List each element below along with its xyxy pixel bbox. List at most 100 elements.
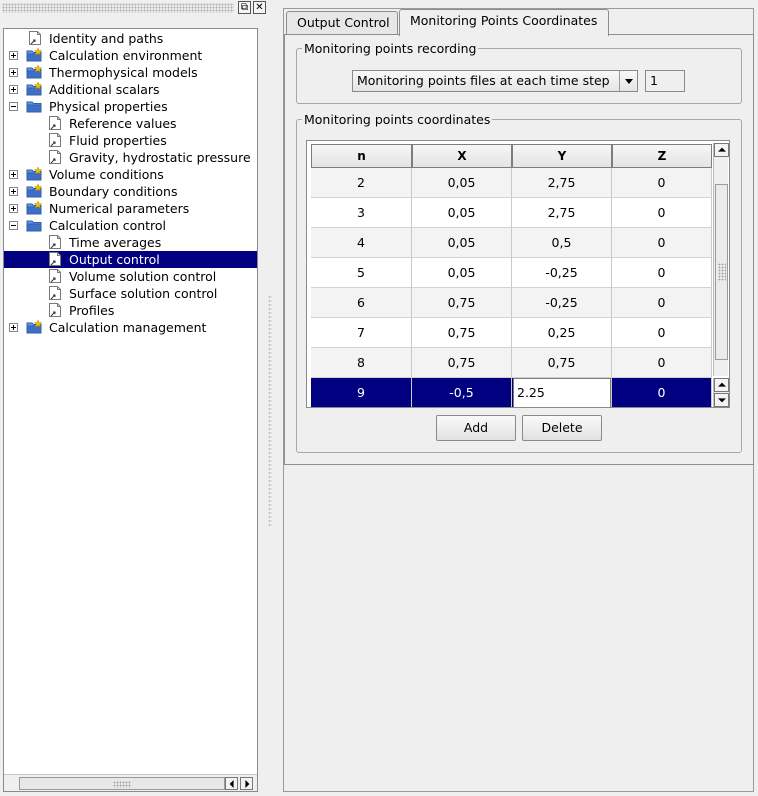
expand-plus-icon[interactable] [9,68,18,77]
table-cell[interactable]: -0,25 [512,258,612,288]
table-cell[interactable]: 0 [612,288,712,318]
tree-item-volume-conditions[interactable]: Volume conditions [4,166,257,183]
table-cell[interactable]: 0 [612,168,712,198]
tree-item-physical-properties[interactable]: Physical properties [4,98,257,115]
tree-item-label: Profiles [69,303,115,318]
spin-down-arrow-icon[interactable] [714,393,729,407]
table-cell[interactable]: 0 [612,198,712,228]
expand-plus-icon[interactable] [9,323,18,332]
folder-star-icon [26,183,43,198]
tree-item-boundary-conditions[interactable]: Boundary conditions [4,183,257,200]
table-cell[interactable]: 0,05 [412,168,512,198]
table-cell[interactable]: 0,05 [412,228,512,258]
tree-item-numerical-parameters[interactable]: Numerical parameters [4,200,257,217]
recording-frequency-input[interactable]: 1 [645,70,685,92]
tree-horizontal-scrollbar[interactable] [4,774,257,791]
dock-float-icon[interactable]: ⧉ [238,1,251,14]
expand-plus-icon[interactable] [9,204,18,213]
tree-item-calculation-management[interactable]: Calculation management [4,319,257,336]
column-header-x[interactable]: X [412,144,512,168]
expand-plus-icon[interactable] [9,170,18,179]
table-cell-selected[interactable]: 9 [311,378,412,407]
coordinates-table[interactable]: n X Y Z 2 0,05 2,75 0 3 0,05 2,75 0 4 0,05 0,5 0 5 0,05 -0… [306,140,730,408]
table-cell[interactable]: 3 [311,198,412,228]
table-cell[interactable]: 2,75 [512,168,612,198]
tree-item-reference-values[interactable]: Reference values [4,115,257,132]
tree-item-fluid-properties[interactable]: Fluid properties [4,132,257,149]
tab-monitoring-points-coordinates[interactable]: Monitoring Points Coordinates [399,9,609,36]
table-cell[interactable]: 0,75 [412,288,512,318]
collapse-minus-icon[interactable] [9,102,18,111]
tree-item-label: Thermophysical models [49,65,198,80]
row-spinner[interactable] [713,378,729,407]
delete-button[interactable]: Delete [522,415,602,441]
table-cell[interactable]: 2,75 [512,198,612,228]
collapse-minus-icon[interactable] [9,221,18,230]
spin-up-arrow-icon[interactable] [714,378,729,392]
tree-item-profiles[interactable]: Profiles [4,302,257,319]
column-header-y[interactable]: Y [512,144,612,168]
tree-item-label: Volume conditions [49,167,164,182]
scroll-left-arrow-icon[interactable] [225,777,238,790]
table-cell[interactable]: 8 [311,348,412,378]
tree-item-gravity-hydrostatic-pressure[interactable]: Gravity, hydrostatic pressure [4,149,257,166]
table-cell[interactable]: 0,5 [512,228,612,258]
table-cell[interactable]: 0,75 [512,348,612,378]
tree-item-identity-and-paths[interactable]: Identity and paths [4,30,257,47]
table-cell[interactable]: 0 [612,348,712,378]
tree-item-thermophysical-models[interactable]: Thermophysical models [4,64,257,81]
table-cell-selected[interactable]: -0,5 [412,378,512,407]
column-header-z[interactable]: Z [612,144,712,168]
tree-item-volume-solution-control[interactable]: Volume solution control [4,268,257,285]
tree-item-label: Physical properties [49,99,168,114]
scrollbar-track[interactable] [19,777,225,790]
dock-close-icon[interactable]: ✕ [253,1,266,14]
folder-star-icon [26,81,43,96]
table-cell[interactable]: 4 [311,228,412,258]
tab-output-control[interactable]: Output Control [286,11,398,35]
expand-plus-icon[interactable] [9,187,18,196]
tree-item-calculation-control[interactable]: Calculation control [4,217,257,234]
expand-plus-icon[interactable] [9,51,18,60]
table-cell[interactable]: -0,25 [512,288,612,318]
page-icon [47,285,63,301]
scrollbar-thumb[interactable] [715,184,728,360]
panel-splitter-handle[interactable] [268,295,272,527]
chevron-down-icon[interactable] [619,71,637,91]
page-icon [47,268,63,284]
table-cell[interactable]: 7 [311,318,412,348]
scrollbar-grip-icon [718,263,726,281]
table-cell[interactable]: 2 [311,168,412,198]
tree-item-calculation-environment[interactable]: Calculation environment [4,47,257,64]
tree-item-time-averages[interactable]: Time averages [4,234,257,251]
page-icon [47,234,63,250]
tree-item-surface-solution-control[interactable]: Surface solution control [4,285,257,302]
table-vertical-scrollbar[interactable] [713,143,729,376]
table-cell-selected[interactable]: 0 [612,378,712,407]
recording-mode-value: Monitoring points files at each time ste… [357,73,610,88]
scroll-up-arrow-icon[interactable] [714,143,729,157]
column-header-n[interactable]: n [311,144,412,168]
tree-item-additional-scalars[interactable]: Additional scalars [4,81,257,98]
scroll-right-arrow-icon[interactable] [240,777,253,790]
table-cell[interactable]: 0,75 [412,348,512,378]
table-cell[interactable]: 0,25 [512,318,612,348]
table-cell[interactable]: 0 [612,318,712,348]
table-cell[interactable]: 0,75 [412,318,512,348]
tree-item-label: Additional scalars [49,82,160,97]
expand-plus-icon[interactable] [9,85,18,94]
navigation-tree[interactable]: Identity and paths Calculation environmen… [3,28,258,792]
tree-item-label: Surface solution control [69,286,218,301]
table-cell[interactable]: 0,05 [412,198,512,228]
table-cell[interactable]: 0 [612,228,712,258]
table-cell[interactable]: 0,05 [412,258,512,288]
table-cell[interactable]: 5 [311,258,412,288]
cell-editor-input[interactable]: 2.25 [513,378,611,407]
add-button[interactable]: Add [436,415,516,441]
table-cell[interactable]: 0 [612,258,712,288]
tree-item-label: Gravity, hydrostatic pressure [69,150,251,165]
dock-title-grip[interactable] [2,3,234,13]
table-cell[interactable]: 6 [311,288,412,318]
tree-item-output-control[interactable]: Output control [4,251,257,268]
recording-mode-select[interactable]: Monitoring points files at each time ste… [352,70,638,92]
